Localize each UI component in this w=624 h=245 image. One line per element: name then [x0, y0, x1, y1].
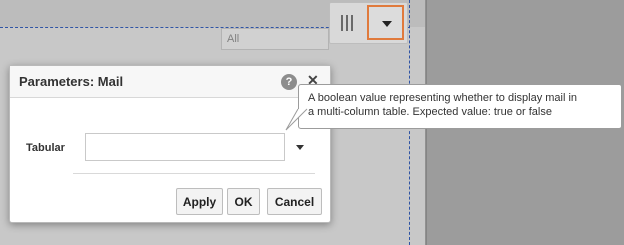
ok-button[interactable]: OK	[227, 188, 260, 215]
filter-select[interactable]: All	[221, 28, 329, 50]
tabular-input[interactable]	[85, 133, 285, 161]
caret-down-icon	[382, 21, 392, 27]
cancel-button[interactable]: Cancel	[267, 188, 322, 215]
view-toolbar	[329, 2, 408, 44]
help-icon[interactable]: ?	[281, 74, 297, 90]
tabular-label: Tabular	[26, 142, 65, 154]
view-menu-button[interactable]	[367, 5, 404, 40]
caret-down-icon[interactable]	[296, 145, 304, 150]
apply-button[interactable]: Apply	[176, 188, 223, 215]
dialog-divider	[73, 173, 315, 174]
dialog-header: Parameters: Mail ? ✕	[10, 66, 330, 98]
tooltip-pointer	[285, 108, 308, 131]
tooltip-line-2: a multi-column table. Expected value: tr…	[308, 106, 552, 118]
page: All Parameters: Mail ? ✕ Tabular Apply O…	[0, 0, 624, 245]
dialog-title: Parameters: Mail	[19, 74, 124, 89]
tooltip-line-1: A boolean value representing whether to …	[308, 92, 578, 104]
columns-icon[interactable]	[340, 15, 354, 31]
parameters-dialog: Parameters: Mail ? ✕ Tabular Apply OK Ca…	[9, 65, 331, 223]
help-tooltip: A boolean value representing whether to …	[298, 84, 622, 129]
